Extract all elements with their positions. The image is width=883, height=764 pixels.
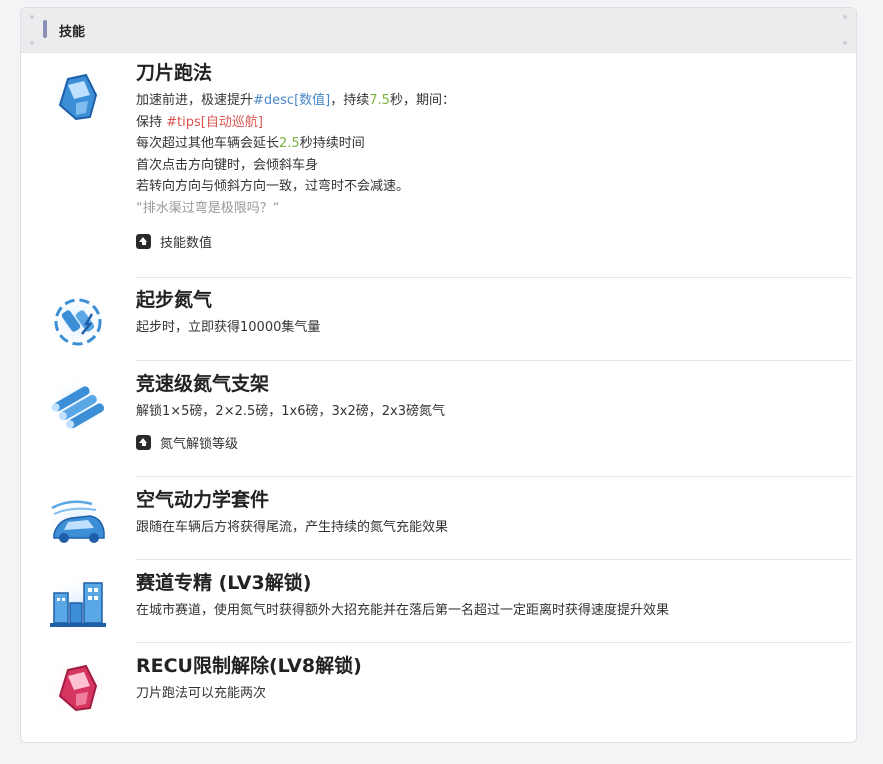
desc-tips-link[interactable]: #tips[自动巡航] bbox=[166, 115, 263, 130]
corner-dot bbox=[843, 41, 847, 45]
panel-title: 技能 bbox=[59, 25, 86, 40]
skill-description: 加速前进，极速提升#desc[数值]，持续7.5秒，期间： 保持 #tips[自… bbox=[136, 90, 852, 220]
desc-quote: “排水渠过弯是极限吗？“ bbox=[136, 200, 280, 216]
city-track-icon bbox=[47, 574, 109, 636]
desc-text: 每次超过其他车辆会延长 bbox=[136, 136, 280, 152]
desc-text: 保持 bbox=[136, 114, 167, 130]
desc-number: 7.5 bbox=[369, 93, 390, 108]
desc-number: 2.5 bbox=[279, 136, 300, 152]
corner-dot bbox=[843, 15, 847, 19]
skill-name: 刀片跑法 bbox=[136, 62, 213, 84]
blade-car-icon bbox=[47, 66, 109, 128]
skill-description: 跟随在车辆后方将获得尾流，产生持续的氮气充能效果 bbox=[136, 520, 449, 535]
desc-text: 秒持续时间 bbox=[299, 136, 365, 152]
divider bbox=[136, 559, 852, 560]
nitro-rack-icon bbox=[47, 375, 109, 437]
skill-name: RECU限制解除(LV8解锁) bbox=[136, 655, 362, 677]
skill-name: 空气动力学套件 bbox=[136, 489, 270, 511]
nitro-start-icon bbox=[47, 291, 109, 353]
skill-description: 在城市赛道，使用氮气时获得额外大招充能并在落后第一名超过一定距离时获得速度提升效… bbox=[136, 603, 670, 618]
skill-name: 起步氮气 bbox=[136, 289, 213, 311]
skill-description: 解锁1×5磅，2×2.5磅，1x6磅，3x2磅，2x3磅氮气 bbox=[136, 404, 445, 419]
desc-value-link[interactable]: #desc[数值] bbox=[253, 93, 330, 108]
desc-text: 秒，期间： bbox=[389, 93, 455, 108]
corner-dot bbox=[30, 41, 34, 45]
divider bbox=[136, 277, 852, 278]
skill-name: 竞速级氮气支架 bbox=[136, 373, 270, 395]
desc-text: 首次点击方向键时，会倾斜车身 bbox=[136, 157, 319, 173]
divider bbox=[136, 360, 852, 361]
corner-dot bbox=[30, 15, 34, 19]
skill-name: 赛道专精 (LV3解锁) bbox=[136, 572, 312, 594]
header-accent-bar bbox=[43, 20, 47, 38]
divider bbox=[136, 642, 852, 643]
panel-header: 技能 bbox=[21, 8, 856, 53]
skill-values-toggle[interactable]: 技能数值 bbox=[136, 232, 852, 252]
nitro-unlock-toggle[interactable]: 氮气解锁等级 bbox=[136, 433, 852, 453]
divider bbox=[136, 476, 852, 477]
arrow-up-icon bbox=[136, 234, 151, 250]
recu-car-icon bbox=[47, 657, 109, 719]
toggle-label: 技能数值 bbox=[160, 236, 213, 252]
desc-text: ，持续 bbox=[330, 93, 370, 108]
arrow-up-icon bbox=[136, 435, 151, 451]
toggle-label: 氮气解锁等级 bbox=[160, 437, 239, 453]
skill-description: 起步时，立即获得10000集气量 bbox=[136, 320, 321, 335]
skills-panel: 技能 刀片跑法 加速前进，极速提升#desc[数值]，持续7.5秒，期间： 保持… bbox=[20, 7, 857, 743]
desc-text: 若转向方向与倾斜方向一致，过弯时不会减速。 bbox=[136, 179, 410, 195]
skill-description: 刀片跑法可以充能两次 bbox=[136, 686, 267, 701]
aero-kit-icon bbox=[47, 491, 109, 553]
desc-text: 加速前进，极速提升 bbox=[136, 93, 254, 108]
